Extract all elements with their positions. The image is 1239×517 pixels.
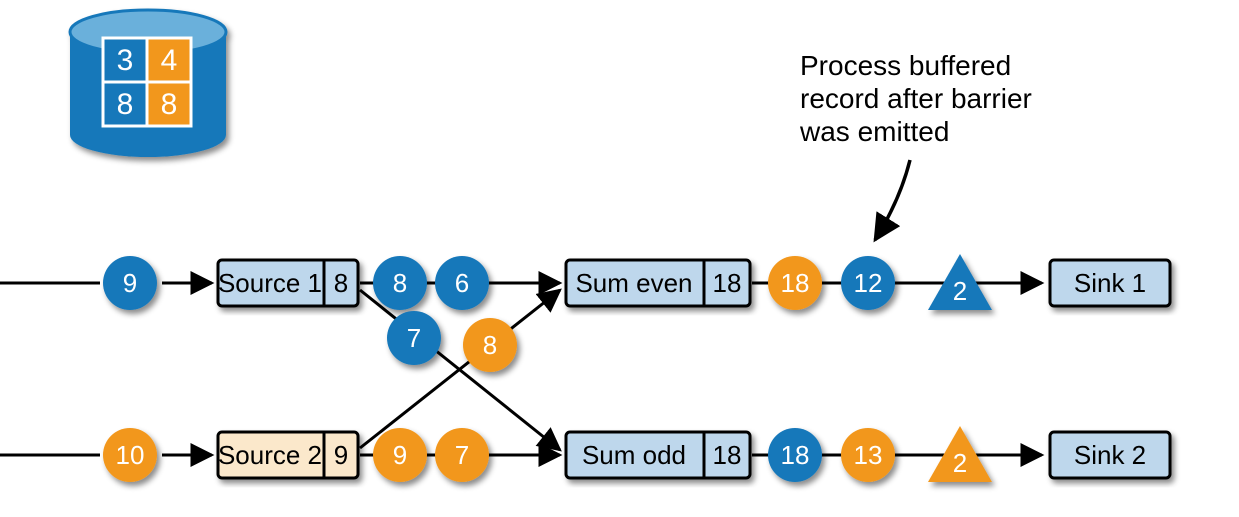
svg-text:9: 9	[393, 440, 407, 470]
sink-1-label: Sink 1	[1074, 268, 1146, 298]
svg-text:8: 8	[483, 330, 497, 360]
state-br: 8	[161, 88, 178, 121]
svg-text:7: 7	[455, 440, 469, 470]
svg-text:13: 13	[854, 440, 883, 470]
operator-source-2: Source 2 9	[218, 432, 358, 478]
svg-text:2: 2	[953, 276, 967, 306]
annotation-line3: was emitted	[799, 116, 949, 147]
svg-text:8: 8	[393, 268, 407, 298]
source-2-label: Source 2	[218, 440, 322, 470]
operator-sum-odd: Sum odd 18	[566, 432, 750, 478]
svg-text:6: 6	[455, 268, 469, 298]
record-incoming-1: 9	[103, 256, 157, 310]
svg-text:12: 12	[854, 268, 883, 298]
svg-text:9: 9	[123, 268, 137, 298]
operator-sink-1: Sink 1	[1050, 260, 1170, 306]
operator-source-1: Source 1 8	[218, 260, 358, 306]
record-incoming-2: 10	[103, 428, 157, 482]
operator-sink-2: Sink 2	[1050, 432, 1170, 478]
sum-odd-count: 18	[713, 440, 742, 470]
annotation-line1: Process buffered	[800, 50, 1011, 81]
sum-odd-label: Sum odd	[582, 440, 686, 470]
sum-even-label: Sum even	[575, 268, 692, 298]
record-odd-13: 13	[841, 428, 895, 482]
annotation-line2: record after barrier	[800, 83, 1032, 114]
state-bl: 8	[117, 88, 134, 121]
record-s1-c: 7	[387, 311, 441, 365]
record-s2-c: 8	[463, 318, 517, 372]
record-s2-b: 7	[435, 428, 489, 482]
source-1-count: 8	[334, 268, 348, 298]
record-s1-b: 6	[435, 256, 489, 310]
record-s1-a: 8	[373, 256, 427, 310]
sum-even-count: 18	[713, 268, 742, 298]
state-store: 3 4 8 8	[70, 10, 226, 157]
svg-text:7: 7	[407, 323, 421, 353]
source-1-label: Source 1	[218, 268, 322, 298]
record-s2-a: 9	[373, 428, 427, 482]
state-tr: 4	[161, 44, 178, 77]
annotation: Process buffered record after barrier wa…	[799, 50, 1032, 240]
source-2-count: 9	[334, 440, 348, 470]
sink-2-label: Sink 2	[1074, 440, 1146, 470]
state-tl: 3	[117, 44, 134, 77]
record-even-18: 18	[768, 256, 822, 310]
operator-sum-even: Sum even 18	[566, 260, 750, 306]
svg-text:10: 10	[116, 440, 145, 470]
svg-text:18: 18	[781, 440, 810, 470]
svg-text:2: 2	[953, 448, 967, 478]
svg-text:18: 18	[781, 268, 810, 298]
record-odd-18: 18	[768, 428, 822, 482]
record-even-12: 12	[841, 256, 895, 310]
